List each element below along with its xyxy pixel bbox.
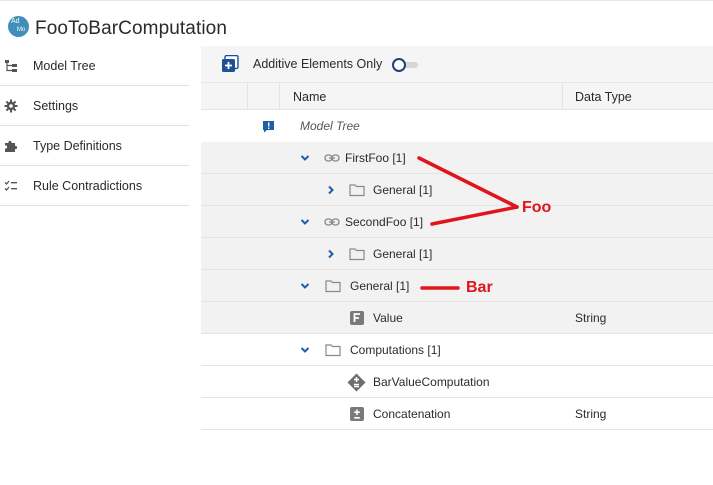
add-element-icon[interactable]: [221, 55, 239, 73]
column-divider: [279, 83, 280, 110]
additive-elements-toggle[interactable]: [392, 58, 419, 72]
tree-node-label: General [1]: [350, 279, 410, 293]
tree-row[interactable]: SecondFoo [1]: [201, 206, 713, 238]
model-tree-panel: Additive Elements Only Name Data Type Mo…: [201, 46, 713, 485]
annotation-label-foo: Foo: [522, 199, 552, 216]
chevron-down-icon[interactable]: [300, 281, 310, 291]
page-title: FooToBarComputation: [35, 18, 228, 39]
folder-icon: [325, 280, 341, 293]
puzzle-icon: [5, 140, 18, 152]
sidebar-item-rule-contradictions[interactable]: Rule Contradictions: [0, 166, 189, 206]
chevron-right-icon[interactable]: [326, 249, 336, 259]
sidebar-item-label: Settings: [33, 99, 79, 113]
toggle-knob: [392, 58, 406, 72]
tree-node-label: Value: [373, 311, 403, 325]
folder-icon: [349, 184, 365, 197]
tree-node-label: SecondFoo [1]: [345, 215, 424, 229]
folder-icon: [349, 248, 365, 261]
tree-row[interactable]: General [1]: [201, 238, 713, 270]
tree-node-label: General [1]: [373, 247, 433, 261]
toolbar: Additive Elements Only: [201, 46, 713, 82]
checklist-icon: [4, 180, 17, 191]
link-icon: [324, 154, 340, 162]
gear-icon: [4, 99, 18, 113]
app-logo-icon: Ad Mo: [8, 16, 29, 37]
data-type-cell: String: [575, 407, 607, 421]
additive-elements-label: Additive Elements Only: [253, 57, 383, 71]
column-divider[interactable]: [562, 83, 563, 110]
tree-node-label: Computations [1]: [350, 343, 441, 357]
model-tree-icon: [5, 60, 17, 72]
tree-node-label: BarValueComputation: [373, 375, 490, 389]
tree-node-label: Model Tree: [300, 119, 360, 133]
tree-node-label: General [1]: [373, 183, 433, 197]
tree-node-label: FirstFoo [1]: [345, 151, 406, 165]
tree-row[interactable]: Value String: [201, 302, 713, 334]
tree-row[interactable]: FirstFoo [1]: [201, 142, 713, 174]
app-window: Ad Mo FooToBarComputation Model Tree Set…: [0, 0, 713, 485]
info-badge-icon: [263, 121, 274, 133]
sidebar-item-model-tree[interactable]: Model Tree: [0, 46, 189, 86]
tree-node-label: Concatenation: [373, 407, 451, 421]
field-f-icon: [350, 311, 364, 325]
tree-row[interactable]: General [1]: [201, 174, 713, 206]
folder-icon: [325, 344, 341, 357]
column-divider: [247, 83, 248, 110]
chevron-down-icon[interactable]: [300, 217, 310, 227]
plus-minus-icon: [350, 407, 364, 421]
tree-row[interactable]: General [1]: [201, 270, 713, 302]
tree-row-root[interactable]: Model Tree: [201, 110, 713, 142]
column-header-data-type[interactable]: Data Type: [575, 90, 632, 104]
sidebar-item-label: Model Tree: [33, 59, 96, 73]
app-header: Ad Mo FooToBarComputation: [0, 0, 713, 45]
logo-text-top: Ad: [11, 18, 20, 25]
table-header: Name Data Type: [201, 82, 713, 110]
tree-row[interactable]: Concatenation String: [201, 398, 713, 430]
link-icon: [324, 218, 340, 226]
tree-row[interactable]: BarValueComputation: [201, 366, 713, 398]
chevron-down-icon[interactable]: [300, 345, 310, 355]
column-header-name[interactable]: Name: [293, 90, 326, 104]
sidebar-item-label: Type Definitions: [33, 139, 122, 153]
sidebar: Model Tree Settings Type Definitions Rul…: [0, 46, 189, 485]
sidebar-item-type-definitions[interactable]: Type Definitions: [0, 126, 189, 166]
chevron-right-icon[interactable]: [326, 185, 336, 195]
data-type-cell: String: [575, 311, 607, 325]
sidebar-item-label: Rule Contradictions: [33, 179, 143, 193]
tree-row[interactable]: Computations [1]: [201, 334, 713, 366]
logo-text-bottom: Mo: [17, 27, 26, 33]
sidebar-item-settings[interactable]: Settings: [0, 86, 189, 126]
chevron-down-icon[interactable]: [300, 153, 310, 163]
annotation-label-bar: Bar: [466, 279, 493, 296]
computation-diamond-icon: [347, 373, 366, 392]
